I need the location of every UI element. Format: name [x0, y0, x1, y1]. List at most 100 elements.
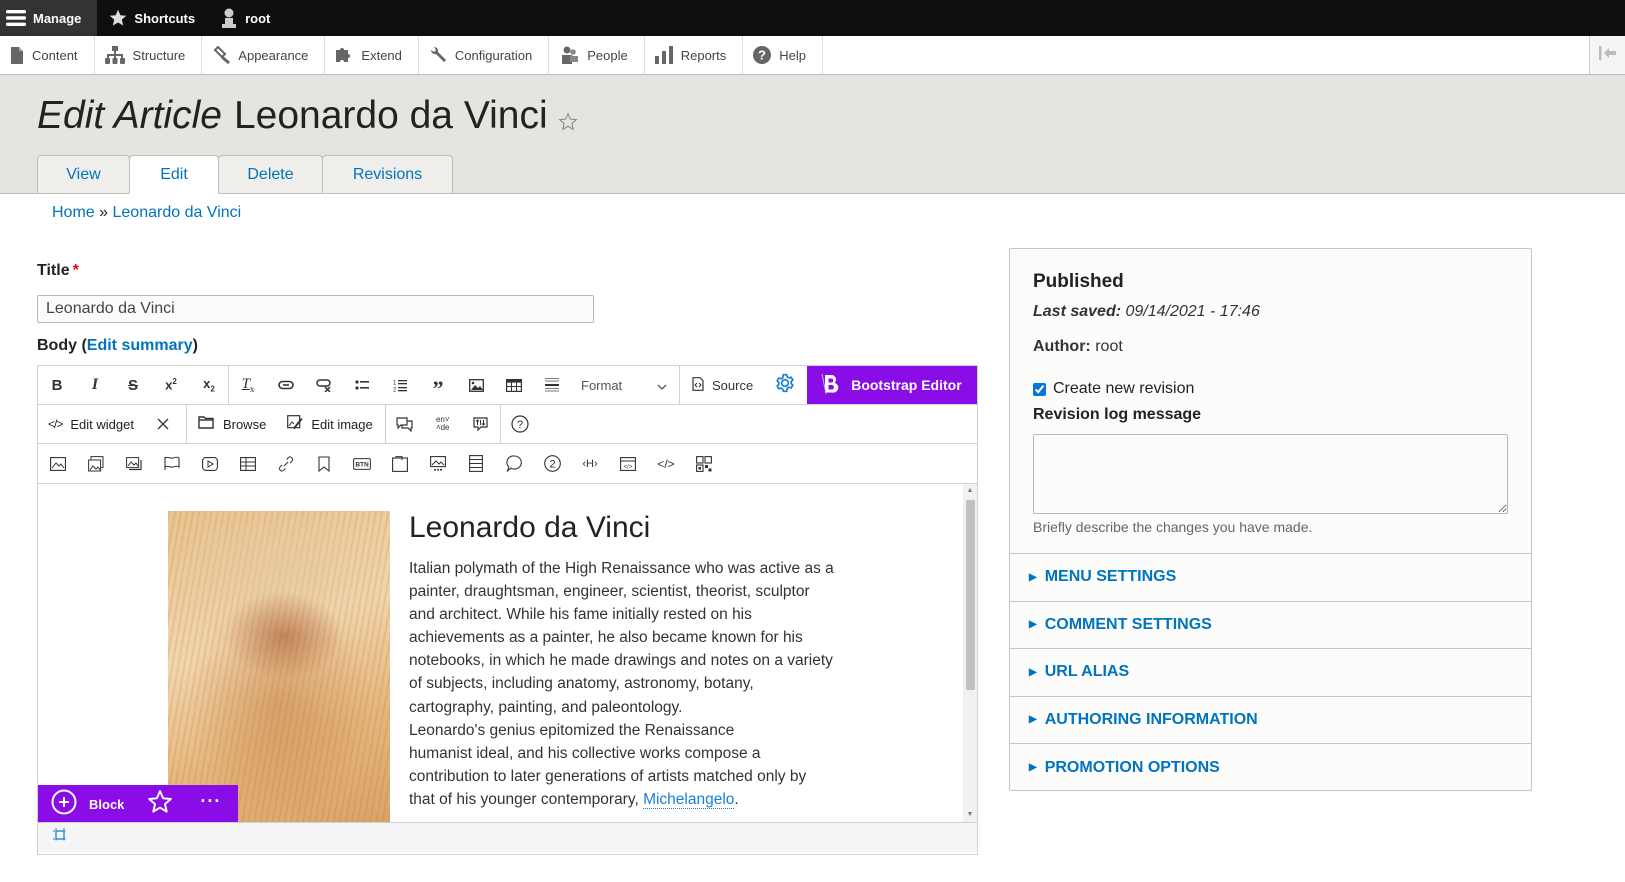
bulleted-list-button[interactable] — [343, 366, 381, 404]
insert-tooltip-button[interactable] — [495, 445, 533, 483]
expand-triangle-icon: ▶ — [1029, 619, 1037, 631]
insert-panel-button[interactable] — [457, 445, 495, 483]
numbered-list-button[interactable]: 12 — [381, 366, 419, 404]
remove-format-icon: Tx — [241, 376, 255, 394]
breadcrumb-current[interactable]: Leonardo da Vinci — [113, 204, 242, 221]
insert-heading-button[interactable]: ‹H› — [571, 445, 609, 483]
create-revision-option[interactable]: Create new revision — [1033, 380, 1508, 398]
promotion-options-section[interactable]: ▶ PROMOTION OPTIONS — [1010, 744, 1531, 792]
link-button[interactable] — [267, 366, 305, 404]
unlink-button[interactable] — [305, 366, 343, 404]
insert-link-button[interactable] — [267, 445, 305, 483]
url-alias-section[interactable]: ▶ URL ALIAS — [1010, 649, 1531, 697]
comments-icon — [396, 416, 413, 432]
insert-badge-button[interactable]: 2 — [533, 445, 571, 483]
image-button[interactable] — [457, 366, 495, 404]
article-heading: Leonardo da Vinci — [409, 511, 651, 544]
author-value: root — [1095, 338, 1123, 355]
breadcrumb-home[interactable]: Home — [52, 204, 95, 221]
tray-item-configuration[interactable]: Configuration — [419, 36, 550, 74]
sort-comments-button[interactable] — [462, 405, 500, 443]
revision-log-textarea[interactable] — [1033, 434, 1508, 514]
btn-icon: BTN — [353, 457, 371, 470]
block-toolbar: Block ··· — [38, 785, 238, 822]
language-icon: en˅ ˄de — [435, 415, 450, 432]
scroll-down-arrow-icon[interactable]: ▼ — [965, 810, 975, 820]
file-icon — [10, 46, 24, 64]
tray-item-reports[interactable]: Reports — [645, 36, 744, 74]
add-block-icon[interactable] — [51, 789, 77, 820]
manage-button[interactable]: Manage — [0, 0, 98, 36]
favorite-star-icon[interactable] — [146, 789, 174, 820]
help-button[interactable]: ? — [501, 405, 539, 443]
insert-qr-button[interactable] — [685, 445, 723, 483]
italic-button[interactable]: I — [76, 366, 114, 404]
format-dropdown[interactable]: Format — [571, 366, 675, 404]
insert-button-button[interactable]: BTN — [343, 445, 381, 483]
edit-summary-link[interactable]: Edit summary — [87, 337, 193, 354]
user-button[interactable]: root — [210, 0, 285, 36]
tray-item-appearance[interactable]: Appearance — [202, 36, 326, 74]
tray-item-help[interactable]: ? Help — [743, 36, 823, 74]
edit-image-button[interactable]: Edit image — [276, 405, 384, 443]
page-title: Edit Article Leonardo da Vinci — [37, 89, 578, 144]
table-button[interactable] — [495, 366, 533, 404]
tab-revisions[interactable]: Revisions — [322, 155, 453, 193]
sort-comments-icon — [473, 416, 488, 432]
browse-button[interactable]: Browse — [187, 405, 276, 443]
shortcuts-button[interactable]: Shortcuts — [97, 0, 210, 36]
superscript-button[interactable]: x2 — [152, 366, 190, 404]
insert-bookmark-button[interactable] — [305, 445, 343, 483]
block-label[interactable]: Block — [89, 797, 124, 812]
bootstrap-editor-button[interactable]: Bootstrap Editor — [807, 366, 977, 404]
tray-item-content[interactable]: Content — [0, 36, 95, 74]
insert-card-button[interactable] — [381, 445, 419, 483]
insert-jumbotron-button[interactable] — [153, 445, 191, 483]
settings-button[interactable] — [763, 366, 807, 404]
tab-view[interactable]: View — [37, 155, 130, 193]
remove-format-button[interactable]: Tx — [229, 366, 267, 404]
michelangelo-link[interactable]: Michelangelo — [643, 790, 735, 809]
grid-icon — [240, 456, 256, 471]
translate-button[interactable]: en˅ ˄de — [424, 405, 462, 443]
tray-item-extend[interactable]: Extend — [325, 36, 419, 74]
scroll-up-arrow-icon[interactable]: ▲ — [965, 486, 975, 496]
strikethrough-button[interactable]: S — [114, 366, 152, 404]
comment-settings-section[interactable]: ▶ COMMENT SETTINGS — [1010, 602, 1531, 649]
insert-video-button[interactable] — [191, 445, 229, 483]
block-outline-icon[interactable] — [52, 827, 68, 848]
comments-button[interactable] — [386, 405, 424, 443]
tray-item-people[interactable]: People — [549, 36, 645, 74]
create-revision-checkbox[interactable] — [1033, 382, 1046, 396]
authoring-information-section[interactable]: ▶ AUTHORING INFORMATION — [1010, 697, 1531, 744]
tab-edit[interactable]: Edit — [129, 155, 219, 194]
editor-scrollbar[interactable]: ▲ ▼ — [963, 484, 977, 822]
scrollbar-thumb[interactable] — [966, 500, 975, 690]
bold-button[interactable]: B — [38, 366, 76, 404]
code-icon: </> — [48, 417, 63, 431]
tray-item-structure[interactable]: Structure — [95, 36, 203, 74]
insert-html-button[interactable]: </> — [647, 445, 685, 483]
insert-image-button[interactable] — [39, 445, 77, 483]
paragraph-line: Leonardo's genius epitomized the Renaiss… — [409, 721, 735, 739]
source-button[interactable]: Source — [680, 366, 763, 404]
leonardo-portrait-image[interactable] — [168, 511, 390, 822]
insert-carousel-button[interactable] — [115, 445, 153, 483]
title-input[interactable] — [37, 295, 594, 323]
insert-code-block-button[interactable]: </> — [609, 445, 647, 483]
collapse-tray-button[interactable] — [1589, 36, 1625, 74]
editor-content-area[interactable]: Leonardo da Vinci Italian polymath of th… — [38, 484, 977, 822]
blockquote-button[interactable]: ” — [419, 366, 457, 404]
edit-widget-button[interactable]: </> Edit widget — [38, 405, 144, 443]
insert-media-button[interactable] — [419, 445, 457, 483]
menu-settings-section[interactable]: ▶ MENU SETTINGS — [1010, 554, 1531, 602]
shortcut-star-icon[interactable] — [558, 97, 578, 144]
insert-gallery-button[interactable] — [77, 445, 115, 483]
more-options-icon[interactable]: ··· — [200, 791, 221, 812]
remove-widget-button[interactable] — [144, 405, 182, 443]
insert-grid-button[interactable] — [229, 445, 267, 483]
subscript-button[interactable]: x2 — [190, 366, 228, 404]
horizontal-line-button[interactable] — [533, 366, 571, 404]
tab-delete[interactable]: Delete — [218, 155, 323, 193]
media-icon — [430, 456, 446, 471]
